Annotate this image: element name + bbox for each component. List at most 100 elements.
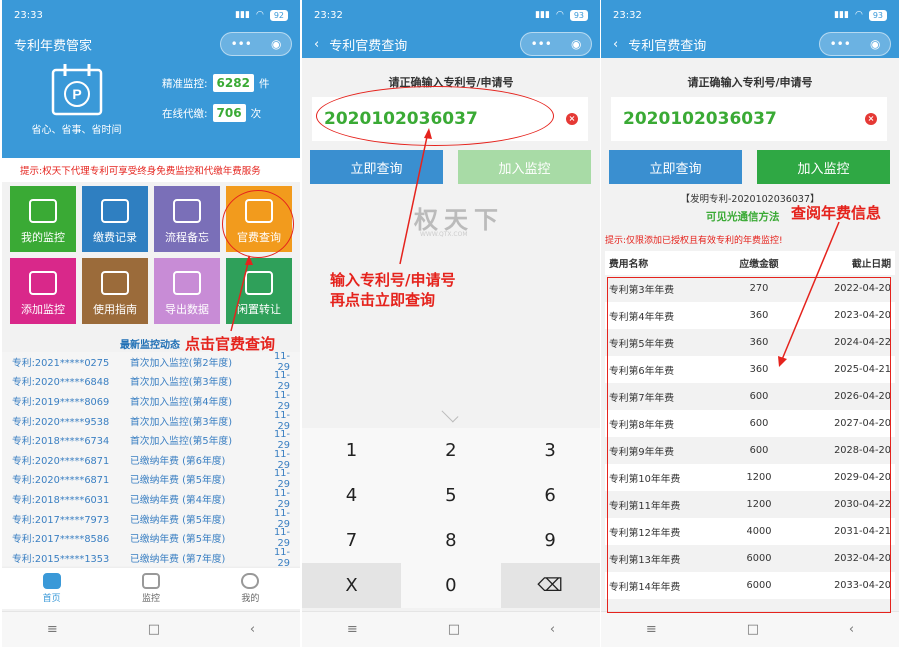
key-3[interactable]: 3 xyxy=(501,428,600,473)
clear-icon[interactable]: × xyxy=(865,113,877,125)
home-square-icon[interactable]: □ xyxy=(448,622,460,637)
key-9[interactable]: 9 xyxy=(501,518,600,563)
back-icon[interactable]: ‹ xyxy=(550,622,555,637)
feed-title: 最新监控动态 xyxy=(120,340,180,351)
feed-cell: 专利:2020*****9538 xyxy=(12,416,110,428)
menu-icon[interactable]: ≡ xyxy=(47,622,58,637)
phone-result-screen: 23:32 ▮▮▮ ◠ 93 ‹ 专利官费查询 ••• ◉ 请正确输入专利号/申请号 20… xyxy=(601,0,899,647)
wifi-icon: ◠ xyxy=(854,10,863,20)
tab-bar: 首页 监控 我的 xyxy=(2,567,300,609)
menu-icon[interactable]: ≡ xyxy=(347,622,358,637)
signal-icon: ▮▮▮ xyxy=(235,10,250,20)
miniapp-capsule[interactable]: ••• ◉ xyxy=(520,32,592,56)
stat-unit: 次 xyxy=(250,107,262,120)
annotation-arrow xyxy=(778,221,840,367)
feed-row: 专利:2020*****6871 已缴纳年费 (第6年度) 11-29 xyxy=(2,449,300,471)
add-monitor-button[interactable]: 加入监控 xyxy=(757,150,890,184)
home-square-icon[interactable]: □ xyxy=(148,622,160,637)
feed-cell: 专利:2019*****8069 xyxy=(12,396,110,408)
feed-cell: 专利:2020*****6871 xyxy=(12,475,110,487)
status-bar: 23:33 ▮▮▮ ◠ 92 xyxy=(2,0,300,30)
tile-label: 添加监控 xyxy=(21,303,65,316)
close-circle-icon[interactable]: ◉ xyxy=(571,37,581,51)
feed-cell: 首次加入监控(第2年度) xyxy=(130,357,233,369)
feed-row: 专利:2017*****7973 已缴纳年费 (第5年度) 11-29 xyxy=(2,508,300,530)
stat-value: 706 xyxy=(212,104,246,122)
tile-memo[interactable]: 流程备忘 xyxy=(154,186,220,252)
add-monitor-button[interactable]: 加入监控 xyxy=(458,150,591,184)
calendar-add-icon xyxy=(29,271,57,295)
tile-guide[interactable]: 使用指南 xyxy=(82,258,148,324)
key-5[interactable]: 5 xyxy=(401,473,500,518)
tab-label: 监控 xyxy=(141,594,160,604)
close-circle-icon[interactable]: ◉ xyxy=(271,37,281,51)
receipt-icon xyxy=(101,199,129,223)
close-circle-icon[interactable]: ◉ xyxy=(870,37,880,51)
feed-cell: 已缴纳年费 (第5年度) xyxy=(130,514,226,526)
more-icon[interactable]: ••• xyxy=(531,37,552,51)
annotation-arrow xyxy=(230,255,253,332)
home-square-icon[interactable]: □ xyxy=(747,622,759,637)
back-icon[interactable]: ‹ xyxy=(849,622,854,637)
feed-cell: 专利:2015*****1353 xyxy=(12,553,110,565)
key-7[interactable]: 7 xyxy=(302,518,401,563)
feed-cell: 首次加入监控(第4年度) xyxy=(130,396,233,408)
feed-cell: 专利:2017*****8586 xyxy=(12,534,110,546)
feed-cell: 专利:2018*****6031 xyxy=(12,494,110,506)
tab-profile[interactable]: 我的 xyxy=(241,573,259,604)
miniapp-capsule[interactable]: ••• ◉ xyxy=(220,32,292,56)
backspace-key[interactable]: ⌫ xyxy=(500,563,600,608)
patent-number-input[interactable]: 2020102036037 × xyxy=(611,97,887,141)
query-button[interactable]: 立即查询 xyxy=(609,150,742,184)
key-6[interactable]: 6 xyxy=(501,473,600,518)
key-8[interactable]: 8 xyxy=(401,518,500,563)
tile-receipt[interactable]: 缴费记录 xyxy=(82,186,148,252)
key-0[interactable]: 0 xyxy=(401,563,500,608)
stat-unit: 件 xyxy=(258,77,270,90)
feed-row: 专利:2020*****6848 首次加入监控(第3年度) 11-29 xyxy=(2,370,300,392)
key-4[interactable]: 4 xyxy=(302,473,401,518)
key-1[interactable]: 1 xyxy=(302,428,401,473)
tab-monitor[interactable]: 监控 xyxy=(141,573,160,604)
feed-row: 专利:2018*****6734 首次加入监控(第5年度) 11-29 xyxy=(2,429,300,451)
back-icon[interactable]: ‹ xyxy=(250,622,255,637)
annotation-arrow xyxy=(399,128,432,265)
input-prompt: 请正确输入专利号/申请号 xyxy=(687,76,813,89)
app-title: 专利年费管家 xyxy=(14,38,93,54)
promo-tip: 提示:权天下代理专利可享受终身免费监控和代缴年费服务 xyxy=(2,158,300,182)
miniapp-capsule[interactable]: ••• ◉ xyxy=(819,32,891,56)
user-icon xyxy=(241,573,260,589)
tab-home[interactable]: 首页 xyxy=(42,573,61,604)
back-arrow-icon[interactable]: ‹ xyxy=(613,37,618,52)
stat-value: 6282 xyxy=(212,74,254,92)
feed-row: 专利:2017*****8586 已缴纳年费 (第5年度) 11-29 xyxy=(2,527,300,549)
feed-row: 专利:2015*****1353 已缴纳年费 (第7年度) 11-29 xyxy=(2,547,300,569)
key-X[interactable]: X xyxy=(302,563,401,608)
feed-cell: 已缴纳年费 (第5年度) xyxy=(130,534,226,546)
highlight-box xyxy=(607,277,891,613)
tile-export[interactable]: 导出数据 xyxy=(154,258,220,324)
battery-icon: 93 xyxy=(569,9,588,21)
system-nav-bar: ≡ □ ‹ xyxy=(601,611,899,647)
tile-label: 我的监控 xyxy=(21,231,65,244)
more-icon[interactable]: ••• xyxy=(231,37,252,51)
feed-cell: 专利:2020*****6848 xyxy=(12,377,110,389)
more-icon[interactable]: ••• xyxy=(830,37,851,51)
tile-calendar-add[interactable]: 添加监控 xyxy=(10,258,76,324)
tile-monitor[interactable]: 我的监控 xyxy=(10,186,76,252)
page-header: ‹ 专利官费查询 ••• ◉ xyxy=(302,30,600,58)
header-cell: 费用名称 xyxy=(609,259,649,270)
feed-cell: 专利:2021*****0275 xyxy=(12,357,110,369)
key-2[interactable]: 2 xyxy=(401,428,500,473)
feed-cell: 已缴纳年费 (第5年度) xyxy=(130,475,226,487)
menu-icon[interactable]: ≡ xyxy=(646,622,657,637)
highlight-circle xyxy=(222,190,294,258)
status-time: 23:33 xyxy=(14,9,43,21)
app-header: 专利年费管家 ••• ◉ xyxy=(2,30,300,58)
feed-cell: 首次加入监控(第3年度) xyxy=(130,416,233,428)
clear-icon[interactable]: × xyxy=(566,113,578,125)
back-arrow-icon[interactable]: ‹ xyxy=(314,37,319,52)
page-header: ‹ 专利官费查询 ••• ◉ xyxy=(601,30,899,58)
monitor-icon xyxy=(29,199,57,223)
tab-label: 我的 xyxy=(241,594,260,604)
